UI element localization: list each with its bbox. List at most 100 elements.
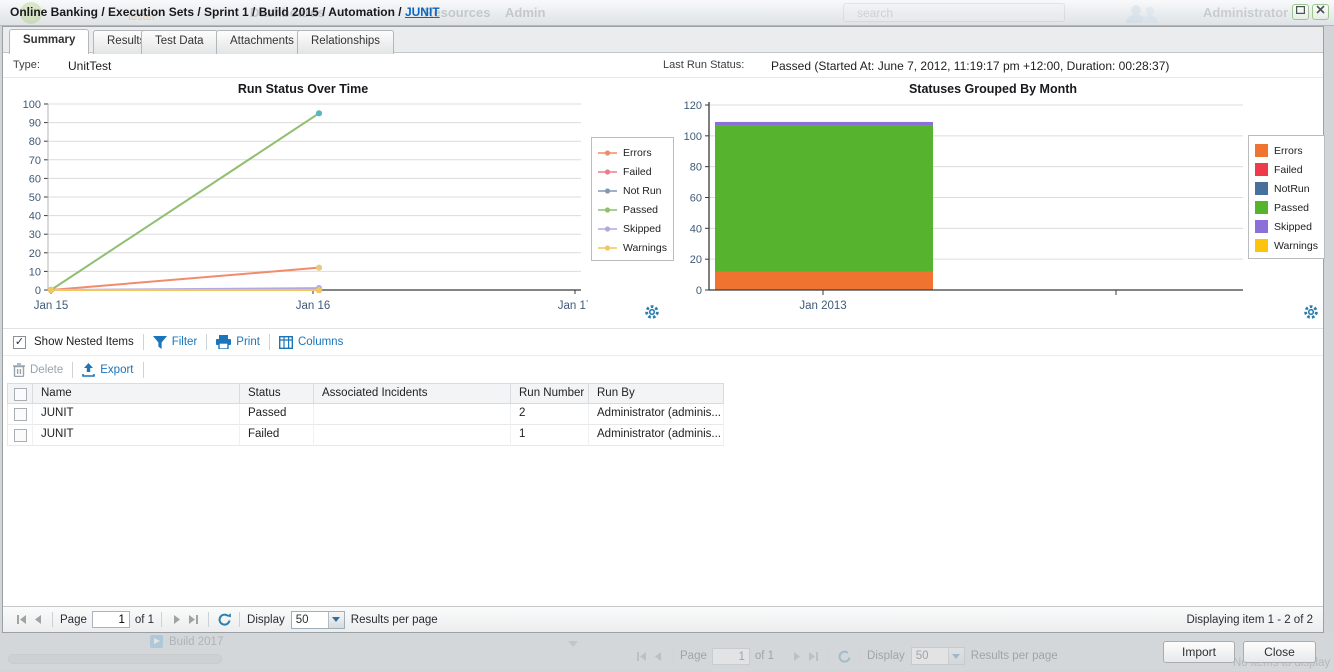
type-value: UnitTest xyxy=(68,59,111,73)
legend-entry: Not Run xyxy=(598,181,667,200)
cell-run-number: 1 xyxy=(511,425,589,446)
last-page-button[interactable] xyxy=(185,613,201,627)
svg-text:40: 40 xyxy=(29,211,41,223)
import-button[interactable]: Import xyxy=(1163,641,1235,663)
column-header-run-by[interactable]: Run By xyxy=(589,383,724,404)
svg-text:120: 120 xyxy=(684,100,702,112)
user-menu: Administrator xyxy=(1203,5,1302,20)
first-page-button[interactable] xyxy=(13,613,29,627)
display-count-select[interactable]: 50 xyxy=(291,611,345,629)
avatar xyxy=(1122,3,1164,23)
svg-text:70: 70 xyxy=(29,155,41,167)
horizontal-scrollbar xyxy=(6,653,236,665)
page-label: Page xyxy=(60,614,87,626)
bar-chart-legend: ErrorsFailedNotRunPassedSkippedWarnings xyxy=(1248,135,1325,259)
cell-name[interactable]: JUNIT xyxy=(33,404,240,425)
chart-settings-gear-icon[interactable] xyxy=(643,303,661,321)
row-checkbox[interactable] xyxy=(14,408,27,421)
svg-text:60: 60 xyxy=(690,193,702,205)
print-button[interactable]: Print xyxy=(216,335,260,349)
cell-run-number: 2 xyxy=(511,404,589,425)
breadcrumb-path: Online Banking / Execution Sets / Sprint… xyxy=(10,5,405,19)
nav-item-admin: Admin xyxy=(505,5,545,20)
results-per-page-label: Results per page xyxy=(351,614,438,626)
tab-relationships[interactable]: Relationships xyxy=(297,30,394,54)
legend-entry: Skipped xyxy=(598,219,667,238)
column-header-associated-incidents[interactable]: Associated Incidents xyxy=(314,383,511,404)
svg-text:100: 100 xyxy=(684,131,702,143)
select-all-checkbox[interactable] xyxy=(14,388,27,401)
show-nested-items-label: Show Nested Items xyxy=(34,336,134,348)
legend-entry: Passed xyxy=(598,200,667,219)
line-chart-title: Run Status Over Time xyxy=(3,82,603,96)
tab-test-data[interactable]: Test Data xyxy=(141,30,218,54)
display-label: Display xyxy=(247,614,285,626)
close-button[interactable] xyxy=(1312,4,1329,20)
export-button[interactable]: Export xyxy=(82,363,133,377)
svg-text:90: 90 xyxy=(29,118,41,130)
tab-attachments[interactable]: Attachments xyxy=(216,30,308,54)
last-run-status-label: Last Run Status: xyxy=(663,59,744,71)
show-nested-items-checkbox[interactable]: ✓ xyxy=(13,336,26,349)
tree-item-build-2017: Build 2017 xyxy=(150,635,223,648)
collapse-handle-icon xyxy=(568,641,578,647)
selection-toolbar: Delete Export xyxy=(3,356,1323,383)
chart-settings-gear-icon[interactable] xyxy=(1302,303,1320,321)
svg-text:0: 0 xyxy=(35,285,41,297)
pagination-bar: Page of 1 Display 50 Results per page Di… xyxy=(3,606,1323,632)
breadcrumb: Online Banking / Execution Sets / Sprint… xyxy=(10,5,440,19)
filter-button[interactable]: Filter xyxy=(153,336,198,349)
details-row: Type: UnitTest Last Run Status: Passed (… xyxy=(3,53,1323,78)
tab-summary[interactable]: Summary xyxy=(9,29,89,54)
svg-text:60: 60 xyxy=(29,173,41,185)
breadcrumb-link-junit[interactable]: JUNIT xyxy=(405,5,440,19)
select-arrow-icon xyxy=(328,612,344,628)
close-icon xyxy=(1316,5,1325,14)
displaying-summary: Displaying item 1 - 2 of 2 xyxy=(1186,614,1313,626)
svg-text:10: 10 xyxy=(29,266,41,278)
titlebar: tester Dashboards Resources Admin search… xyxy=(0,0,1334,26)
type-label: Type: xyxy=(13,59,40,71)
column-header-name[interactable]: Name xyxy=(33,383,240,404)
svg-text:100: 100 xyxy=(23,99,41,111)
page-number-input[interactable] xyxy=(92,611,130,628)
run-status-over-time-chart: 0102030405060708090100Jan 15Jan 16Jan 17 xyxy=(3,97,588,327)
maximize-button[interactable] xyxy=(1292,4,1309,20)
close-dialog-button[interactable]: Close xyxy=(1243,641,1316,663)
legend-entry: Passed xyxy=(1255,198,1318,217)
column-header-status[interactable]: Status xyxy=(240,383,314,404)
footer-area: Build 2017 Page 1 of 1 Display 50 Result… xyxy=(0,633,1334,671)
legend-entry: Warnings xyxy=(1255,236,1318,255)
svg-text:40: 40 xyxy=(690,223,702,235)
maximize-icon xyxy=(1296,6,1305,14)
last-run-status-value: Passed (Started At: June 7, 2012, 11:19:… xyxy=(771,59,1169,73)
column-header-run-number[interactable]: Run Number xyxy=(511,383,589,404)
row-checkbox[interactable] xyxy=(14,429,27,442)
cell-name[interactable]: JUNIT xyxy=(33,425,240,446)
delete-button[interactable]: Delete xyxy=(13,363,63,377)
export-icon xyxy=(82,363,95,377)
list-toolbar: ✓ Show Nested Items Filter Print Columns xyxy=(3,329,1323,356)
legend-entry: Skipped xyxy=(1255,217,1318,236)
trash-icon xyxy=(13,363,25,377)
refresh-icon[interactable] xyxy=(216,613,232,627)
search-input: search xyxy=(843,3,1065,22)
cell-associated-incidents xyxy=(314,425,511,446)
legend-entry: Errors xyxy=(598,143,667,162)
svg-text:20: 20 xyxy=(29,248,41,260)
svg-text:80: 80 xyxy=(690,162,702,174)
previous-page-button[interactable] xyxy=(29,613,45,627)
cell-run-by: Administrator (adminis... xyxy=(589,404,724,425)
columns-button[interactable]: Columns xyxy=(279,336,343,349)
svg-text:Jan 2013: Jan 2013 xyxy=(799,300,846,312)
line-chart-legend: ErrorsFailedNot RunPassedSkippedWarnings xyxy=(591,137,674,261)
svg-text:0: 0 xyxy=(696,285,702,297)
svg-text:Jan 15: Jan 15 xyxy=(34,300,69,312)
table-row[interactable]: JUNIT Failed 1 Administrator (adminis... xyxy=(7,425,724,446)
next-page-button[interactable] xyxy=(169,613,185,627)
statuses-grouped-by-month-chart: 020406080100120Jan 2013 xyxy=(663,97,1253,327)
release-icon xyxy=(150,635,163,648)
legend-entry: Failed xyxy=(1255,160,1318,179)
results-table: Name Status Associated Incidents Run Num… xyxy=(7,383,724,446)
table-row[interactable]: JUNIT Passed 2 Administrator (adminis... xyxy=(7,404,724,425)
